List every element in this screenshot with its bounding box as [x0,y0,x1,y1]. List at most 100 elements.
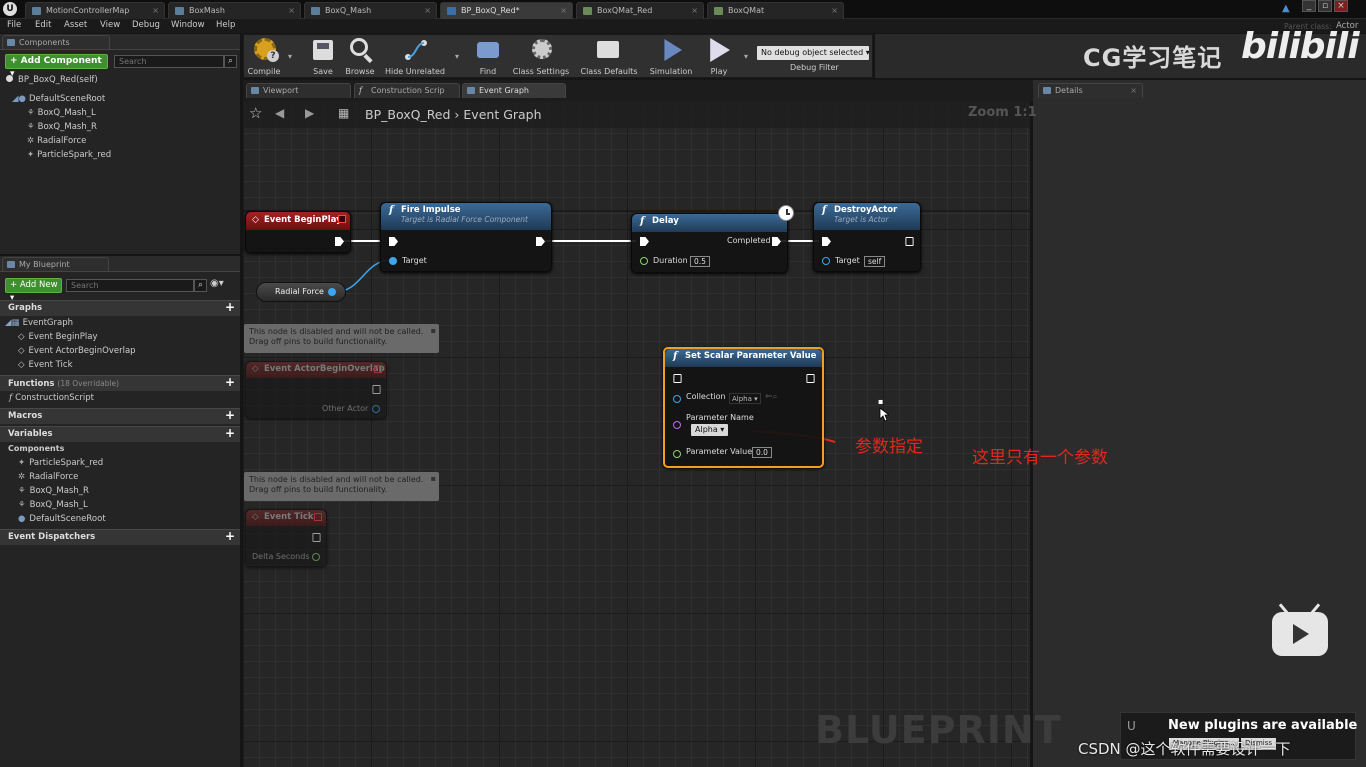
exec-out-pin[interactable] [312,533,321,542]
doc-tab-motioncontrollermap[interactable]: MotionControllerMap × [25,2,165,19]
completed-exec-pin[interactable] [772,237,781,246]
menu-view[interactable]: View [100,20,120,30]
var-boxq-mash-r[interactable]: ⚘ BoxQ_Mash_R [18,486,89,496]
my-blueprint-tab[interactable]: My Blueprint [2,257,109,271]
radial-force-out-pin[interactable] [328,288,336,296]
exec-in-pin[interactable] [640,237,649,246]
collapse-icon[interactable]: ▪ [431,474,436,484]
node-set-scalar-parameter-value[interactable]: f Set Scalar Parameter Value Collection A… [663,347,824,468]
delegate-pin[interactable] [338,215,346,223]
menu-file[interactable]: File [7,20,21,30]
menu-edit[interactable]: Edit [35,20,51,30]
search-icon[interactable]: ⌕ [224,55,237,68]
close-window-button[interactable]: × [1334,0,1348,12]
node-delay[interactable]: f Delay Completed Duration 0.5 [631,205,794,273]
macros-section[interactable]: Macros + [0,408,240,424]
browse-button[interactable]: Browse [342,36,378,76]
exec-in-pin[interactable] [673,374,682,383]
class-settings-button[interactable]: Class Settings [510,36,572,76]
parameter-name-pin[interactable] [673,421,681,429]
components-vars-category[interactable]: Components [8,444,64,453]
event-actorbeginoverlap-item[interactable]: ◇ Event ActorBeginOverlap [18,346,136,356]
event-graph-item[interactable]: ◢▦ EventGraph [5,318,73,328]
doc-tab-boxmash[interactable]: BoxMash × [168,2,301,19]
doc-tab-boxqmat-red[interactable]: BoxQMat_Red × [576,2,704,19]
tree-item-radialforce[interactable]: ✲ RadialForce [27,136,86,146]
exec-out-pin[interactable] [372,385,381,394]
tree-item-boxq-mash-r[interactable]: ⚘ BoxQ_Mash_R [27,122,97,132]
duration-input[interactable]: 0.5 [690,256,710,267]
graphs-section[interactable]: Graphs + [0,300,240,316]
add-component-button[interactable]: + Add Component ▾ [5,54,108,79]
tree-item-boxq-mash-l[interactable]: ⚘ BoxQ_Mash_L [27,108,96,118]
bilibili-tv-icon[interactable] [1272,603,1328,656]
target-self-value[interactable]: self [864,256,886,267]
close-icon[interactable]: × [424,3,431,19]
add-macro-icon[interactable]: + [225,409,235,421]
parameter-name-select[interactable]: Alpha ▾ [691,424,729,436]
tree-item-defaultsceneroot[interactable]: ◢● DefaultSceneRoot [12,94,105,104]
close-icon[interactable]: × [831,3,838,19]
menu-window[interactable]: Window [171,20,205,30]
doc-tab-bp-boxq-red[interactable]: BP_BoxQ_Red* × [440,2,573,19]
menu-debug[interactable]: Debug [132,20,160,30]
play-button[interactable]: Play [700,36,738,76]
add-dispatcher-icon[interactable]: + [225,530,235,542]
hide-unrelated-button[interactable]: Hide Unrelated [382,36,448,76]
add-graph-icon[interactable]: + [225,301,235,313]
find-button[interactable]: Find [471,36,505,76]
search-icon[interactable]: ⌕ [194,279,207,292]
use-selected-arrow-icon[interactable]: ⇐⌕ [765,392,778,402]
close-icon[interactable]: × [560,3,567,19]
parameter-value-input[interactable]: 0.0 [752,447,772,458]
tab-construction-script[interactable]: f Construction Scrip [354,83,460,98]
node-event-beginplay[interactable]: ◇ Event BeginPlay [245,211,351,253]
close-icon[interactable]: × [288,3,295,19]
add-variable-icon[interactable]: + [225,427,235,439]
simulation-button[interactable]: Simulation [647,36,695,76]
close-icon[interactable]: × [1130,84,1137,97]
tab-viewport[interactable]: Viewport [246,83,351,98]
exec-in-pin[interactable] [389,237,398,246]
debug-object-select[interactable]: No debug object selected ▾ [757,46,870,60]
hide-unrelated-options-chevron-icon[interactable]: ▾ [455,52,459,61]
close-icon[interactable]: × [152,3,159,19]
node-destroy-actor[interactable]: f DestroyActor Target is Actor Target self [813,202,921,272]
collection-select[interactable]: Alpha ▾ [729,393,761,404]
var-particlespark-red[interactable]: ✦ ParticleSpark_red [18,458,103,468]
save-button[interactable]: Save [306,36,340,76]
add-function-icon[interactable]: + [225,376,235,388]
minimize-button[interactable]: _ [1302,0,1316,12]
exec-out-pin[interactable] [806,374,815,383]
node-radial-force-getter[interactable]: Radial Force [256,282,346,302]
maximize-button[interactable]: ▫ [1318,0,1332,12]
tree-item-particlespark-red[interactable]: ✦ ParticleSpark_red [27,150,111,160]
tab-details[interactable]: Details × [1038,83,1143,98]
event-tick-item[interactable]: ◇ Event Tick [18,360,73,370]
collection-pin[interactable] [673,395,681,403]
duration-pin[interactable] [640,257,648,265]
menu-asset[interactable]: Asset [64,20,87,30]
components-tab[interactable]: Components [2,35,110,49]
doc-tab-boxqmat[interactable]: BoxQMat × [707,2,844,19]
blueprint-search-input[interactable]: Search [66,279,194,292]
var-boxq-mash-l[interactable]: ⚘ BoxQ_Mash_L [18,500,88,510]
delegate-pin[interactable] [374,365,382,373]
eye-icon[interactable]: ◉▾ [210,278,224,289]
target-pin[interactable] [822,257,830,265]
add-new-button[interactable]: + Add New ▾ [5,278,62,303]
exec-out-pin[interactable] [905,237,914,246]
collapse-icon[interactable]: ▪ [431,326,436,336]
event-dispatchers-section[interactable]: Event Dispatchers + [0,529,240,545]
self-item[interactable]: BP_BoxQ_Red(self) [6,75,98,85]
play-options-chevron-icon[interactable]: ▾ [744,52,748,61]
node-event-actorbeginoverlap[interactable]: ◇ Event ActorBeginOverlap Other Actor [245,361,387,419]
exec-out-pin[interactable] [335,237,344,246]
compile-options-chevron-icon[interactable]: ▾ [288,52,292,61]
target-pin[interactable] [389,257,397,265]
tab-event-graph[interactable]: Event Graph [462,83,566,98]
exec-in-pin[interactable] [822,237,831,246]
var-defaultsceneroot[interactable]: ● DefaultSceneRoot [18,514,106,524]
node-event-tick[interactable]: ◇ Event Tick Delta Seconds [245,509,327,567]
event-beginplay-item[interactable]: ◇ Event BeginPlay [18,332,98,342]
